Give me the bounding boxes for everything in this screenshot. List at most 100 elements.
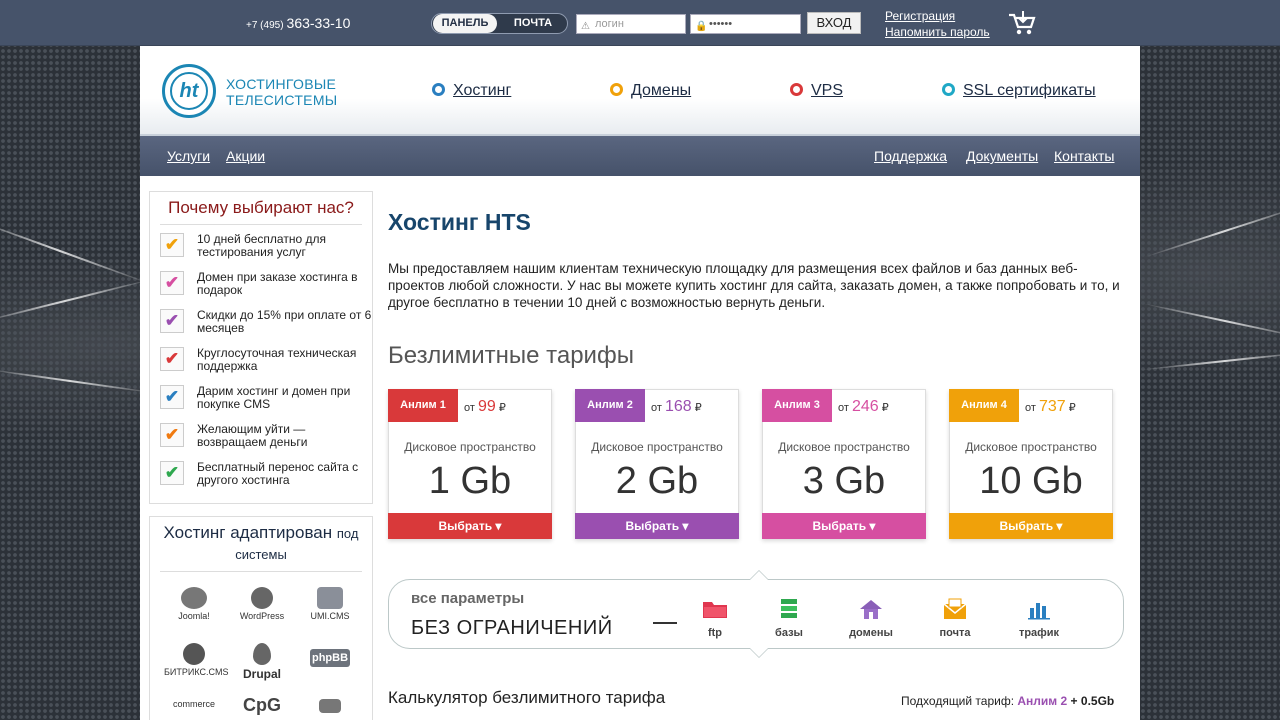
cms-name: Joomla! xyxy=(178,611,210,621)
cms-title-main: Хостинг адаптирован xyxy=(163,523,333,542)
subnav-promotions[interactable]: Акции xyxy=(226,148,265,164)
background-light-line xyxy=(1141,302,1280,340)
calculator-title: Калькулятор безлимитного тарифа xyxy=(388,688,666,707)
param-ftp: ftp xyxy=(685,598,745,639)
params-line-2: БЕЗ ОГРАНИЧЕНИЙ xyxy=(411,617,613,639)
price-value: 246 xyxy=(851,398,879,415)
password-value: •••••• xyxy=(709,18,733,30)
hosting-dot-icon xyxy=(432,83,445,96)
cms-name: UMI.CMS xyxy=(310,611,350,621)
phone-code: +7 (495) xyxy=(246,20,284,31)
ruble-icon: ₽ xyxy=(694,402,702,414)
select-plan-button[interactable]: Выбрать ▾ xyxy=(762,513,926,539)
ruble-icon: ₽ xyxy=(498,402,506,414)
plan-size: 2 Gb xyxy=(615,460,699,502)
gear-cms-logo[interactable] xyxy=(300,699,360,715)
suitable-plan-name[interactable]: Анлим 2 xyxy=(1017,694,1067,708)
page-title: Хостинг HTS xyxy=(388,209,531,235)
plan-label: Дисковое пространство xyxy=(404,440,536,454)
price-value: 737 xyxy=(1038,398,1066,415)
nav-label: SSL сертификаты xyxy=(963,82,1096,99)
param-label: ftp xyxy=(707,627,723,639)
check-icon: ✔ xyxy=(160,423,184,447)
plan-price: от 246 ₽ xyxy=(838,398,889,416)
subnav-support[interactable]: Поддержка xyxy=(874,148,947,164)
suitable-plan-label: Подходящий тариф: xyxy=(901,694,1015,708)
subnav-contacts[interactable]: Контакты xyxy=(1054,148,1114,164)
why-item-text: Скидки до 15% при оплате от 6 месяцев xyxy=(197,308,372,335)
param-domains: домены xyxy=(841,598,901,639)
price-from: от xyxy=(464,402,475,414)
nav-ssl[interactable]: SSL сертификаты xyxy=(942,82,1096,100)
logo-line-2: ТЕЛЕСИСТЕМЫ xyxy=(226,92,338,108)
price-value: 168 xyxy=(664,398,692,415)
phone-number[interactable]: +7 (495) 363-33-10 xyxy=(246,15,350,31)
params-line-1: все параметры xyxy=(411,590,525,607)
nav-vps[interactable]: VPS xyxy=(790,82,843,100)
register-link[interactable]: Регистрация xyxy=(885,8,990,24)
wordpress-icon xyxy=(251,587,273,609)
background-light-line xyxy=(0,215,155,287)
why-item-text: 10 дней бесплатно для тестирования услуг xyxy=(197,232,326,259)
joomla-logo[interactable]: Joomla! xyxy=(164,587,224,621)
wordpress-logo[interactable]: WordPress xyxy=(232,587,292,621)
background-light-line xyxy=(1143,203,1280,259)
param-databases: базы xyxy=(759,598,819,639)
subnav-documents[interactable]: Документы xyxy=(966,148,1038,164)
check-icon: ✔ xyxy=(160,385,184,409)
gear-icon xyxy=(319,699,341,713)
select-plan-button[interactable]: Выбрать ▾ xyxy=(575,513,739,539)
select-plan-button[interactable]: Выбрать ▾ xyxy=(388,513,552,539)
background-light-line xyxy=(0,367,160,395)
subnav-services[interactable]: Услуги xyxy=(167,148,210,164)
remind-password-link[interactable]: Напомнить пароль xyxy=(885,24,990,40)
plan-card-anlim-3: Анлим 3 от 246 ₽ Дисковое пространство 3… xyxy=(762,389,926,539)
why-item-text: Желающим уйти — возвращаем деньги xyxy=(197,422,308,449)
logo-line-1: ХОСТИНГОВЫЕ xyxy=(226,76,337,92)
lock-icon: 🔒 xyxy=(695,21,708,32)
check-icon: ✔ xyxy=(160,309,184,333)
sub-navigation: Услуги Акции Поддержка Документы Контакт… xyxy=(140,136,1140,176)
cart-icon[interactable] xyxy=(1008,10,1036,36)
nav-hosting[interactable]: Хостинг xyxy=(432,82,511,100)
drupal-logo[interactable]: Drupal xyxy=(232,643,292,681)
phpbb-logo[interactable]: phpBB xyxy=(300,649,360,667)
select-plan-button[interactable]: Выбрать ▾ xyxy=(949,513,1113,539)
cms-name: commerce xyxy=(172,699,215,709)
why-choose-us-box: Почему выбирают нас? ✔ 10 дней бесплатно… xyxy=(149,191,373,504)
cpg-logo[interactable]: CpG xyxy=(232,695,292,716)
toggle-mail[interactable]: ПОЧТА xyxy=(500,14,566,33)
bar-chart-icon xyxy=(1028,603,1050,620)
login-button[interactable]: ВХОД xyxy=(807,12,861,34)
nav-domains[interactable]: Домены xyxy=(610,82,691,100)
logo-text[interactable]: ХОСТИНГОВЫЕ ТЕЛЕСИСТЕМЫ xyxy=(226,76,337,108)
why-item-text: Дарим хостинг и домен при покупке CMS xyxy=(197,384,351,411)
check-icon: ✔ xyxy=(160,461,184,485)
price-from: от xyxy=(1025,402,1036,414)
nav-label: Хостинг xyxy=(453,82,512,99)
toggle-panel[interactable]: ПАНЕЛЬ xyxy=(433,14,497,33)
price-value: 99 xyxy=(477,398,496,415)
bitrix-logo[interactable]: БИТРИКС.CMS xyxy=(164,643,229,677)
joomla-icon xyxy=(181,587,207,609)
umicms-logo[interactable]: UMI.CMS xyxy=(300,587,360,621)
param-label: домены xyxy=(849,627,893,639)
database-icon xyxy=(781,599,797,618)
login-input[interactable]: ⚠ логин xyxy=(576,14,686,34)
vps-dot-icon xyxy=(790,83,803,96)
check-icon: ✔ xyxy=(160,233,184,257)
user-icon: ⚠ xyxy=(581,21,590,32)
background-light-line xyxy=(1140,351,1280,371)
house-icon xyxy=(860,600,882,619)
check-icon: ✔ xyxy=(160,271,184,295)
logo-icon[interactable]: ht xyxy=(162,64,216,118)
nav-label: Домены xyxy=(631,82,692,99)
folder-icon xyxy=(703,602,727,618)
plan-price: от 737 ₽ xyxy=(1025,398,1076,416)
ssl-dot-icon xyxy=(942,83,955,96)
plan-card-anlim-4: Анлим 4 от 737 ₽ Дисковое пространство 1… xyxy=(949,389,1113,539)
cms-name: БИТРИКС.CMS xyxy=(164,667,229,677)
why-item-text: Круглосуточная техническая поддержка xyxy=(197,346,357,373)
commerce-logo[interactable]: commerce xyxy=(164,699,224,709)
password-input[interactable]: 🔒 •••••• xyxy=(690,14,801,34)
